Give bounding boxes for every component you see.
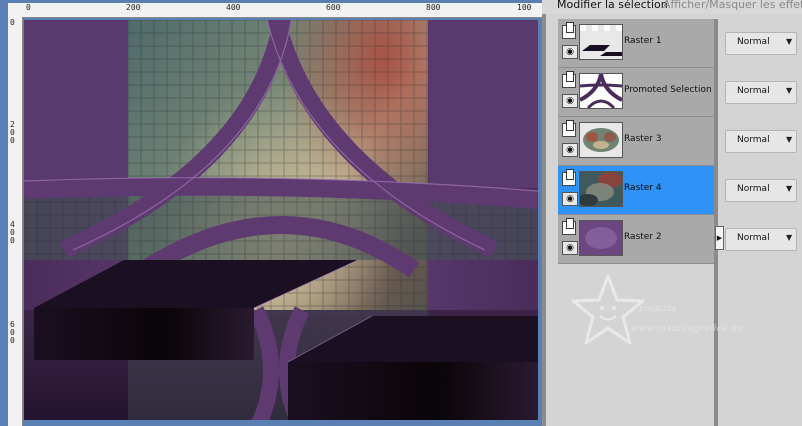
watermark-author: pinuccia xyxy=(639,304,677,314)
layer-row-raster-1[interactable]: ◉ Raster 1 xyxy=(558,19,715,68)
layers-panel: Modifier la sélection Afficher/Masquer l… xyxy=(542,0,802,426)
eye-icon[interactable]: ◉ xyxy=(562,45,578,59)
layer-link-icon[interactable] xyxy=(562,22,576,39)
watermark-site: www.maidiregrafica.eu xyxy=(631,324,744,334)
ruler-label: 0 xyxy=(10,236,15,245)
ruler-label: 600 xyxy=(326,3,341,12)
ruler-label: 100 xyxy=(517,3,532,12)
layer-thumbnail xyxy=(579,220,623,256)
layer-link-icon[interactable] xyxy=(562,218,576,235)
layer-name: Raster 4 xyxy=(624,183,662,193)
blend-mode-value: Normal xyxy=(737,184,770,194)
ruler-label: 0 xyxy=(10,328,15,337)
modify-selection-button[interactable]: Modifier la sélection xyxy=(557,0,668,11)
dropdown-arrow-icon: ▼ xyxy=(786,135,793,144)
layer-name: Raster 1 xyxy=(624,36,662,46)
blend-mode-dropdown[interactable]: Normal ▼ xyxy=(725,179,797,202)
ruler-label: 0 xyxy=(10,128,15,137)
ruler-label: 400 xyxy=(226,3,241,12)
ruler-label: 6 xyxy=(10,320,15,329)
blend-mode-value: Normal xyxy=(737,233,770,243)
ruler-label: 4 xyxy=(10,220,15,229)
blend-mode-dropdown[interactable]: Normal ▼ xyxy=(725,228,797,251)
panel-splitter[interactable] xyxy=(542,0,546,426)
ruler-label: 0 xyxy=(26,3,31,12)
ruler-label: 800 xyxy=(426,3,441,12)
eye-icon[interactable]: ◉ xyxy=(562,143,578,157)
vertical-ruler: 0 2 0 0 4 0 0 6 0 0 xyxy=(8,17,23,426)
dropdown-arrow-icon: ▼ xyxy=(786,37,793,46)
eye-icon[interactable]: ◉ xyxy=(562,192,578,206)
layer-row-raster-2[interactable]: ◉ Raster 2 xyxy=(558,215,715,264)
ruler-label: 0 xyxy=(10,336,15,345)
layer-thumbnail xyxy=(579,122,623,158)
star-logo-icon xyxy=(571,274,645,345)
image-workspace[interactable]: 0 200 400 600 800 100 0 2 0 0 4 0 0 6 0 … xyxy=(0,0,542,426)
layer-list: ◉ Raster 1 ◉ Promoted Selection ◉ Raster… xyxy=(558,19,715,264)
layer-row-raster-4[interactable]: ◉ Raster 4 xyxy=(558,166,715,215)
toggle-effects-button[interactable]: Afficher/Masquer les effets d xyxy=(663,0,802,11)
dropdown-arrow-icon: ▼ xyxy=(786,184,793,193)
eye-icon[interactable]: ◉ xyxy=(562,94,578,108)
layer-thumbnail xyxy=(579,24,623,60)
dropdown-arrow-icon: ▼ xyxy=(786,86,793,95)
layer-row-raster-3[interactable]: ◉ Raster 3 xyxy=(558,117,715,166)
layer-link-icon[interactable] xyxy=(562,169,576,186)
dropdown-arrow-icon: ▼ xyxy=(786,233,793,242)
collapse-arrow-icon[interactable]: ▶ xyxy=(715,226,724,250)
layer-thumbnail xyxy=(579,73,623,109)
ruler-label: 0 xyxy=(10,136,15,145)
blend-mode-value: Normal xyxy=(737,37,770,47)
layer-thumbnail xyxy=(579,171,623,207)
artwork xyxy=(24,20,538,420)
layer-row-promoted-selection[interactable]: ◉ Promoted Selection xyxy=(558,68,715,117)
blend-mode-value: Normal xyxy=(737,86,770,96)
layer-name: Raster 2 xyxy=(624,232,662,242)
layer-link-icon[interactable] xyxy=(562,120,576,137)
blend-mode-dropdown[interactable]: Normal ▼ xyxy=(725,81,797,104)
ruler-label: 0 xyxy=(10,228,15,237)
layer-name: Promoted Selection xyxy=(624,85,712,95)
blend-mode-dropdown[interactable]: Normal ▼ xyxy=(725,32,797,55)
ruler-label: 0 xyxy=(10,18,15,27)
blend-mode-value: Normal xyxy=(737,135,770,145)
layer-link-icon[interactable] xyxy=(562,71,576,88)
watermark: pinuccia www.maidiregrafica.eu xyxy=(568,270,778,350)
layer-name: Raster 3 xyxy=(624,134,662,144)
eye-icon[interactable]: ◉ xyxy=(562,241,578,255)
horizontal-ruler: 0 200 400 600 800 100 xyxy=(8,3,542,18)
image-canvas[interactable] xyxy=(24,20,538,420)
panel-header: Modifier la sélection Afficher/Masquer l… xyxy=(542,0,802,14)
ruler-label: 2 xyxy=(10,120,15,129)
column-divider[interactable] xyxy=(714,19,718,426)
ruler-label: 200 xyxy=(126,3,141,12)
blend-mode-dropdown[interactable]: Normal ▼ xyxy=(725,130,797,153)
